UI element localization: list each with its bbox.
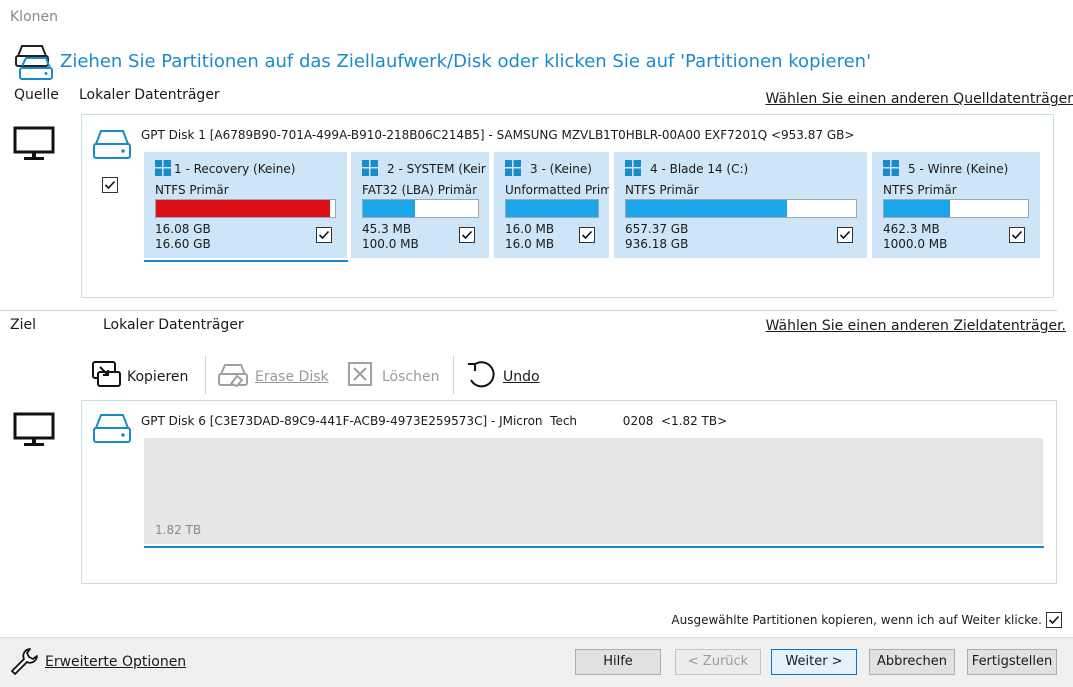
toolbar-separator [453,356,454,394]
target-disk-icon [92,412,132,450]
partition-used: 657.37 GB [625,222,689,236]
partition-used: 16.0 MB [505,222,555,236]
back-button[interactable]: < Zurück [675,649,761,675]
erase-disk-button[interactable]: Erase Disk [255,369,329,385]
partition-total: 100.0 MB [362,237,419,251]
windows-icon [625,160,641,179]
partition-total: 16.60 GB [155,237,211,251]
partition-3[interactable]: 3 - (Keine) Unformatted Prim 16.0 MB 16.… [494,152,609,258]
partition-type: NTFS Primär [625,183,699,197]
partition-used: 16.08 GB [155,222,211,236]
source-disk-icon [92,128,132,166]
next-button[interactable]: Weiter > [771,649,857,675]
cancel-button[interactable]: Abbrechen [869,649,955,675]
copy-option-checkbox[interactable] [1046,612,1062,628]
partition-checkbox[interactable] [579,227,595,243]
toolbar-separator [205,356,206,394]
windows-icon [883,160,899,179]
target-label: Ziel [10,317,36,333]
partition-used: 462.3 MB [883,222,940,236]
source-disk-checkbox[interactable] [102,177,118,193]
delete-icon[interactable] [348,362,372,390]
unallocated-size: 1.82 TB [155,523,202,537]
computer-icon [13,126,55,166]
finish-button[interactable]: Fertigstellen [967,649,1057,675]
target-type: Lokaler Datenträger [103,317,244,333]
partition-total: 936.18 GB [625,237,689,251]
usage-fill [363,200,415,217]
computer-icon [13,412,55,452]
partition-type: Unformatted Prim [505,183,609,197]
erase-disk-icon[interactable] [217,362,249,392]
target-disk-info: GPT Disk 6 [C3E73DAD-89C9-441F-ACB9-4973… [141,414,728,428]
partition-name: 1 - Recovery (Keine) [174,162,296,176]
partition-checkbox[interactable] [459,227,475,243]
undo-button[interactable]: Undo [503,369,540,385]
change-source-link[interactable]: Wählen Sie einen anderen Quelldatenträge… [765,91,1073,107]
usage-bar [155,199,336,218]
partition-checkbox[interactable] [316,227,332,243]
partition-name: 5 - Winre (Keine) [908,162,1009,176]
usage-fill [156,200,330,217]
undo-icon[interactable] [465,358,497,394]
usage-bar [883,199,1029,218]
partition-used: 45.3 MB [362,222,412,236]
advanced-options-link[interactable]: Erweiterte Optionen [45,654,186,670]
usage-fill [506,200,598,217]
partition-name: 4 - Blade 14 (C:) [650,162,749,176]
window-title: Klonen [10,9,58,25]
usage-fill [884,200,951,217]
usage-bar [505,199,599,218]
windows-icon [155,160,171,179]
change-target-link[interactable]: Wählen Sie einen anderen Zieldatenträger… [766,318,1066,334]
source-label: Quelle [14,87,59,103]
partition-type: NTFS Primär [883,183,957,197]
help-button[interactable]: Hilfe [575,649,661,675]
windows-icon [505,160,521,179]
partition-name: 2 - SYSTEM (Keir [387,162,486,176]
headline: Ziehen Sie Partitionen auf das Ziellaufw… [60,51,872,72]
partition-total: 16.0 MB [505,237,555,251]
target-disk-underline [144,546,1044,548]
source-disk-info: GPT Disk 1 [A6789B90-701A-499A-B910-218B… [141,128,855,142]
unallocated-space[interactable]: 1.82 TB [144,438,1043,544]
windows-icon [362,160,378,179]
source-type: Lokaler Datenträger [79,87,220,103]
partition-2[interactable]: 2 - SYSTEM (Keir FAT32 (LBA) Primär 45.3… [351,152,489,258]
partition-total: 1000.0 MB [883,237,948,251]
wrench-icon[interactable] [8,645,40,681]
partition-type: FAT32 (LBA) Primär [362,183,478,197]
selected-partition-underline [144,260,348,262]
clone-disks-icon [12,40,54,86]
copy-partition-icon[interactable] [90,360,122,394]
section-divider [0,310,1057,311]
usage-bar [362,199,479,218]
partition-name: 3 - (Keine) [530,162,592,176]
usage-fill [626,200,787,217]
partition-4[interactable]: 4 - Blade 14 (C:) NTFS Primär 657.37 GB … [614,152,867,258]
partition-checkbox[interactable] [1009,227,1025,243]
usage-bar [625,199,857,218]
copy-option-label: Ausgewählte Partitionen kopieren, wenn i… [671,613,1042,627]
partition-checkbox[interactable] [837,227,853,243]
partition-5[interactable]: 5 - Winre (Keine) NTFS Primär 462.3 MB 1… [872,152,1040,258]
partition-1[interactable]: 1 - Recovery (Keine) NTFS Primär 16.08 G… [144,152,347,258]
copy-button[interactable]: Kopieren [127,369,188,385]
partition-type: NTFS Primär [155,183,229,197]
delete-button[interactable]: Löschen [382,369,439,385]
